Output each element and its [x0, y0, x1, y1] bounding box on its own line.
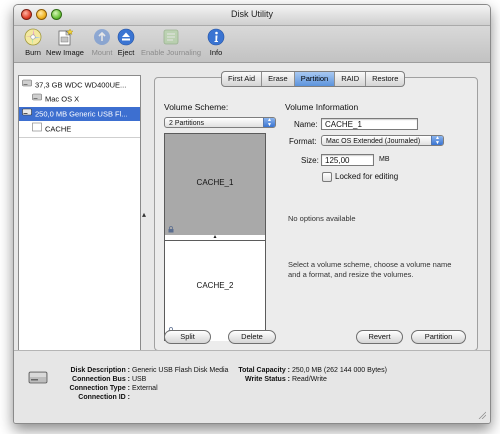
connection-type-label: Connection Type :: [69, 385, 130, 392]
disk-utility-window: Disk Utility Burn New Image Mount Eject …: [13, 4, 491, 424]
revert-button[interactable]: Revert: [356, 330, 403, 344]
title-bar: Disk Utility: [14, 5, 490, 26]
locked-for-editing-label: Locked for editing: [335, 172, 399, 181]
total-capacity-row: Total Capacity : 250,0 MB (262 144 000 B…: [228, 366, 387, 375]
total-capacity-value: 250,0 MB (262 144 000 Bytes): [291, 367, 387, 374]
burn-button[interactable]: Burn: [22, 28, 44, 57]
sidebar-item-disk-wdc[interactable]: 37,3 GB WDC WD400UE...: [19, 78, 140, 92]
info-label: Info: [209, 48, 223, 57]
sidebar-item-label: CACHE: [45, 124, 72, 134]
lock-icon: [168, 226, 174, 233]
help-text-line-1: Select a volume scheme, choose a volume …: [288, 260, 452, 269]
disk-info-area: Disk Description : Generic USB Flash Dis…: [14, 350, 490, 423]
split-view-handle[interactable]: ▴: [142, 210, 146, 219]
volume-information-heading: Volume Information: [285, 102, 359, 112]
tab-first-aid[interactable]: First Aid: [222, 72, 263, 86]
journaling-icon: [162, 28, 180, 46]
eject-label: Eject: [117, 48, 135, 57]
partition-1-block[interactable]: CACHE_1: [165, 134, 265, 235]
disk-list-sidebar[interactable]: 37,3 GB WDC WD400UE... Mac OS X 250,0 MB…: [18, 75, 141, 351]
write-status-label: Write Status :: [245, 376, 290, 383]
tab-raid[interactable]: RAID: [335, 72, 367, 86]
connection-id-label: Connection ID :: [78, 394, 130, 401]
mount-label: Mount: [91, 48, 113, 57]
partition-1-label: CACHE_1: [196, 178, 234, 187]
new-image-label: New Image: [46, 48, 84, 57]
volume-scheme-heading: Volume Scheme:: [164, 102, 229, 112]
tab-erase[interactable]: Erase: [262, 72, 295, 86]
hard-drive-icon: [22, 78, 32, 93]
mount-button[interactable]: Mount: [90, 28, 114, 57]
disk-description-row: Disk Description : Generic USB Flash Dis…: [52, 366, 228, 375]
burn-icon: [24, 28, 42, 46]
volume-scheme-map[interactable]: CACHE_1 ▴ CACHE_2: [164, 133, 266, 341]
popup-arrows-icon: ▲ ▼: [263, 118, 275, 127]
help-text-line-2: and a format, and resize the volumes.: [288, 270, 414, 279]
new-image-icon: [56, 28, 74, 46]
tab-bar: First Aid Erase Partition RAID Restore: [221, 71, 406, 87]
connection-bus-label: Connection Bus :: [72, 376, 130, 383]
info-button[interactable]: Info: [205, 28, 227, 57]
volume-icon: [32, 92, 42, 107]
disk-icon: [28, 369, 48, 387]
sidebar-item-mac-os-x[interactable]: Mac OS X: [19, 92, 140, 106]
size-label: Size:: [301, 156, 319, 165]
total-capacity-label: Total Capacity :: [238, 367, 290, 374]
write-status-row: Write Status : Read/Write: [228, 375, 327, 384]
toolbar: Burn New Image Mount Eject Enable Journa…: [14, 26, 490, 63]
info-icon: [207, 28, 225, 46]
connection-bus-row: Connection Bus : USB: [52, 375, 146, 384]
volume-scheme-value: 2 Partitions: [169, 120, 205, 127]
new-image-button[interactable]: New Image: [44, 28, 86, 57]
connection-id-row: Connection ID :: [52, 393, 130, 402]
sidebar-item-label: 250,0 MB Generic USB Fl...: [35, 109, 128, 119]
volume-icon: [32, 122, 42, 137]
sidebar-item-usb-disk[interactable]: 250,0 MB Generic USB Fl...: [19, 107, 140, 121]
no-options-text: No options available: [288, 214, 356, 223]
locked-for-editing-checkbox[interactable]: [322, 172, 332, 182]
write-status-value: Read/Write: [291, 376, 327, 383]
name-label: Name:: [294, 120, 318, 129]
usb-drive-icon: [22, 107, 32, 122]
connection-bus-value: USB: [131, 376, 147, 383]
disk-description-label: Disk Description :: [70, 367, 130, 374]
connection-type-row: Connection Type : External: [52, 384, 158, 393]
disk-description-value: Generic USB Flash Disk Media: [131, 367, 229, 374]
window-title: Disk Utility: [231, 9, 273, 19]
connection-type-value: External: [131, 385, 158, 392]
partition-button[interactable]: Partition: [411, 330, 466, 344]
sidebar-item-cache[interactable]: CACHE: [19, 122, 140, 136]
window-resize-grip[interactable]: [477, 410, 487, 421]
eject-icon: [117, 28, 135, 46]
sidebar-divider: [19, 137, 140, 138]
name-field[interactable]: CACHE_1: [321, 118, 418, 130]
format-value: Mac OS Extended (Journaled): [326, 138, 421, 145]
format-popup[interactable]: Mac OS Extended (Journaled) ▲ ▼: [321, 135, 444, 146]
split-button[interactable]: Split: [164, 330, 211, 344]
tab-partition[interactable]: Partition: [294, 72, 336, 86]
enable-journaling-button[interactable]: Enable Journaling: [140, 28, 202, 57]
mount-icon: [93, 28, 111, 46]
eject-button[interactable]: Eject: [115, 28, 137, 57]
partition-2-label: CACHE_2: [196, 281, 234, 290]
delete-button[interactable]: Delete: [228, 330, 276, 344]
enable-journaling-label: Enable Journaling: [140, 48, 202, 57]
format-label: Format:: [289, 137, 317, 146]
burn-label: Burn: [25, 48, 41, 57]
sidebar-item-label: Mac OS X: [45, 94, 80, 104]
partition-2-block[interactable]: CACHE_2: [165, 240, 265, 341]
volume-scheme-popup[interactable]: 2 Partitions ▲ ▼: [164, 117, 276, 128]
main-content: 37,3 GB WDC WD400UE... Mac OS X 250,0 MB…: [14, 63, 490, 393]
sidebar-item-label: 37,3 GB WDC WD400UE...: [35, 80, 127, 90]
popup-arrows-icon: ▲ ▼: [431, 136, 443, 145]
size-unit: MB: [379, 156, 390, 163]
size-field[interactable]: 125,00: [321, 154, 374, 166]
tab-restore[interactable]: Restore: [366, 72, 404, 86]
